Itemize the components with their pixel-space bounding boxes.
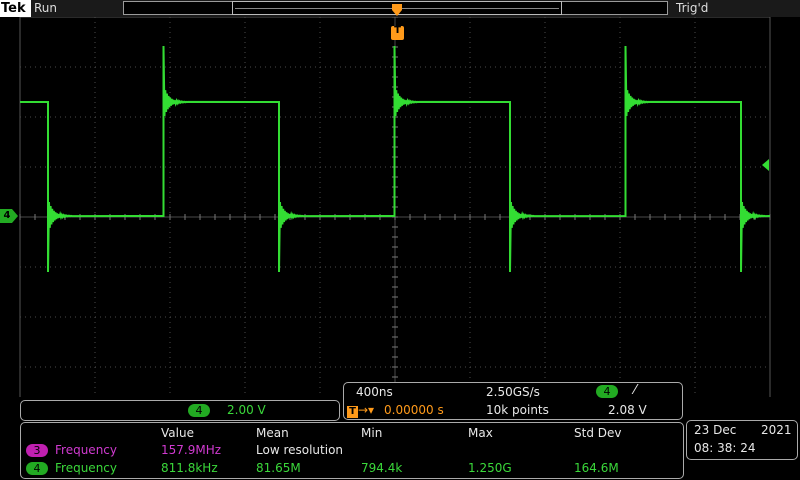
trigger-level: 2.08 V [608,403,647,417]
vertical-scale-box[interactable]: 4 2.00 V [20,400,340,421]
trigger-source-badge: 4 [596,385,618,398]
measurement-row-2-mean: 81.65M [256,461,301,475]
sample-rate: 2.50GS/s [486,385,540,399]
waveform-display[interactable] [0,17,800,397]
time-per-division: 400ns [356,385,393,399]
trigger-status: Trig'd [676,1,709,15]
measurement-panel[interactable]: Value Mean Min Max Std Dev 3 Frequency 1… [20,422,684,479]
trigger-level-marker[interactable] [762,159,769,171]
measurement-header-value: Value [161,426,194,440]
horizontal-trigger-box[interactable]: 400ns 2.50GS/s 4 ⁄ T →▾ 0.00000 s 10k poi… [343,382,683,420]
trigger-position-indicator: T →▾ [347,403,374,418]
date: 23 Dec [694,423,737,437]
measurement-row-1-channel: 3 [26,444,48,457]
measurement-row-1-name: Frequency [55,443,117,457]
trigger-position-time: 0.00000 s [384,403,444,417]
measurement-row-1-value: 157.9MHz [161,443,222,457]
record-length: 10k points [486,403,549,417]
acquisition-status: Run [34,1,58,15]
datetime-box: 23 Dec 2021 08: 38: 24 [686,420,798,460]
measurement-header-min: Min [361,426,383,440]
channel-4-ground-label: 4 [3,210,11,221]
trigger-t-icon: T [347,406,358,418]
time: 08: 38: 24 [694,441,756,455]
vertical-scale-value: 2.00 V [227,403,266,417]
measurement-row-1-mean: Low resolution [256,443,344,457]
measurement-row-2-channel: 4 [26,462,48,475]
measurement-row-2-max: 1.250G [468,461,512,475]
measurement-row-2-name: Frequency [55,461,117,475]
measurement-row-2-min: 794.4k [361,461,403,475]
arrow-icon: →▾ [358,403,375,417]
measurement-row-2-value: 811.8kHz [161,461,218,475]
measurement-row-2-std-dev: 164.6M [574,461,619,475]
measurement-header-std-dev: Std Dev [574,426,622,440]
channel-4-badge: 4 [188,404,210,417]
brand-logo: Tek [0,0,31,17]
rising-edge-icon: ⁄ [634,383,637,398]
measurement-header-mean: Mean [256,426,289,440]
year: 2021 [761,423,792,437]
trigger-position-label: T [394,25,401,36]
measurement-header-max: Max [468,426,493,440]
